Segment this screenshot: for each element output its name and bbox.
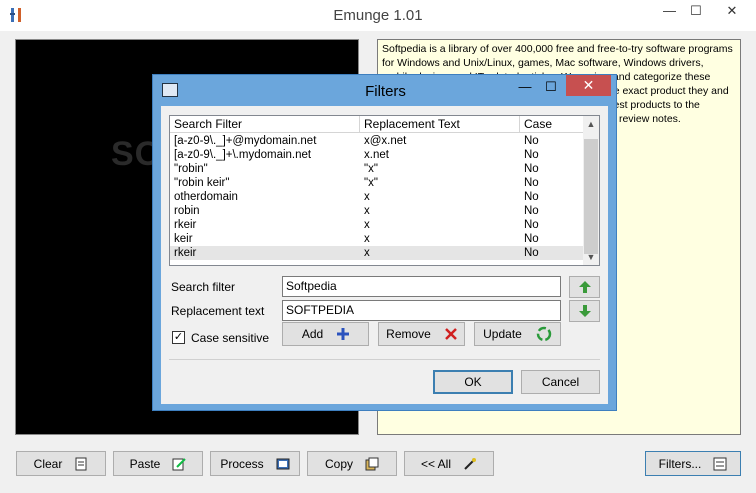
table-row[interactable]: [a-z0-9\._]+\.mydomain.net x.net No bbox=[170, 148, 585, 162]
all-button[interactable]: << All bbox=[404, 451, 494, 476]
add-button[interactable]: Add bbox=[282, 322, 369, 346]
remove-button-label: Remove bbox=[386, 327, 431, 341]
cell-case: No bbox=[524, 177, 539, 189]
dialog-body: Search Filter Replacement Text Case [a-z… bbox=[161, 106, 608, 404]
delete-x-icon bbox=[444, 328, 457, 340]
scroll-up-icon[interactable]: ▲ bbox=[583, 116, 599, 132]
clipboard-clear-icon bbox=[75, 457, 87, 470]
column-header-replacement-text[interactable]: Replacement Text bbox=[360, 116, 520, 133]
cell-search: "robin keir" bbox=[174, 177, 230, 189]
cell-replacement: x bbox=[364, 191, 370, 203]
cell-replacement: x bbox=[364, 205, 370, 217]
cell-replacement: x bbox=[364, 247, 370, 259]
move-down-button[interactable] bbox=[569, 300, 600, 322]
column-header-case[interactable]: Case bbox=[520, 116, 585, 133]
cell-case: No bbox=[524, 205, 539, 217]
filters-list-header: Search Filter Replacement Text Case bbox=[170, 116, 585, 133]
process-button-label: Process bbox=[220, 456, 264, 471]
add-button-label: Add bbox=[301, 327, 324, 341]
cell-search: otherdomain bbox=[174, 191, 238, 203]
process-button[interactable]: Process bbox=[210, 451, 300, 476]
all-button-label: << All bbox=[420, 456, 452, 471]
cell-replacement: x bbox=[364, 233, 370, 245]
cell-search: rkeir bbox=[174, 247, 197, 259]
cell-search: "robin" bbox=[174, 163, 208, 175]
dialog-maximize-button[interactable]: ☐ bbox=[538, 79, 564, 99]
arrow-up-icon bbox=[578, 281, 591, 293]
cell-case: No bbox=[524, 149, 539, 161]
plus-icon bbox=[337, 328, 350, 340]
refresh-icon bbox=[536, 326, 552, 342]
table-row[interactable]: "robin" "x" No bbox=[170, 162, 585, 176]
dialog-titlebar[interactable]: Filters — ☐ ✕ bbox=[153, 75, 618, 106]
filters-list[interactable]: Search Filter Replacement Text Case [a-z… bbox=[169, 115, 600, 266]
dialog-close-button[interactable]: ✕ bbox=[566, 75, 611, 96]
copy-icon bbox=[365, 457, 379, 470]
paste-button[interactable]: Paste bbox=[113, 451, 203, 476]
ok-button[interactable]: OK bbox=[433, 370, 513, 394]
filters-list-rows: [a-z0-9\._]+@mydomain.net x@x.net No [a-z0… bbox=[170, 134, 585, 260]
copy-button-label: Copy bbox=[324, 456, 353, 471]
minimize-button[interactable]: — bbox=[656, 0, 683, 21]
list-scrollbar[interactable]: ▲ ▼ bbox=[583, 116, 599, 265]
cell-search: robin bbox=[174, 205, 200, 217]
search-filter-label: Search filter bbox=[171, 280, 236, 294]
arrow-down-icon bbox=[578, 305, 591, 317]
maximize-button[interactable]: ☐ bbox=[683, 0, 709, 21]
cell-search: [a-z0-9\._]+\.mydomain.net bbox=[174, 149, 312, 161]
cell-case: No bbox=[524, 135, 539, 147]
cell-case: No bbox=[524, 247, 539, 259]
case-sensitive-checkbox[interactable]: ✓ bbox=[172, 331, 185, 344]
move-up-button[interactable] bbox=[569, 276, 600, 298]
dialog-separator bbox=[169, 359, 600, 360]
filter-icon bbox=[713, 457, 727, 470]
cell-replacement: "x" bbox=[364, 163, 378, 175]
cell-case: No bbox=[524, 191, 539, 203]
table-row-selected[interactable]: rkeir x No bbox=[170, 246, 585, 260]
cell-replacement: x.net bbox=[364, 149, 389, 161]
replacement-text-input[interactable]: SOFTPEDIA bbox=[282, 300, 561, 321]
clear-button-label: Clear bbox=[33, 456, 63, 471]
window-title: Emunge 1.01 bbox=[333, 7, 423, 24]
table-row[interactable]: "robin keir" "x" No bbox=[170, 176, 585, 190]
case-sensitive-label[interactable]: Case sensitive bbox=[191, 331, 269, 345]
table-row[interactable]: robin x No bbox=[170, 204, 585, 218]
paste-icon bbox=[172, 457, 187, 470]
table-row[interactable]: keir x No bbox=[170, 232, 585, 246]
table-row[interactable]: rkeir x No bbox=[170, 218, 585, 232]
process-icon bbox=[276, 458, 290, 469]
replacement-text-label: Replacement text bbox=[171, 304, 265, 318]
cell-search: rkeir bbox=[174, 219, 197, 231]
dialog-minimize-button[interactable]: — bbox=[512, 79, 538, 99]
cell-search: keir bbox=[174, 233, 193, 245]
filters-button[interactable]: Filters... bbox=[645, 451, 741, 476]
update-button-label: Update bbox=[483, 327, 522, 341]
paste-button-label: Paste bbox=[129, 456, 161, 471]
scroll-thumb[interactable] bbox=[584, 139, 598, 254]
update-button[interactable]: Update bbox=[474, 322, 561, 346]
table-row[interactable]: [a-z0-9\._]+@mydomain.net x@x.net No bbox=[170, 134, 585, 148]
cell-search: [a-z0-9\._]+@mydomain.net bbox=[174, 135, 317, 147]
main-titlebar: Emunge 1.01 — ☐ ✕ bbox=[0, 0, 756, 31]
scroll-down-icon[interactable]: ▼ bbox=[583, 249, 599, 265]
copy-button[interactable]: Copy bbox=[307, 451, 397, 476]
search-filter-input[interactable]: Softpedia bbox=[282, 276, 561, 297]
cancel-button[interactable]: Cancel bbox=[521, 370, 600, 394]
cell-case: No bbox=[524, 219, 539, 231]
filters-dialog: Filters — ☐ ✕ Search Filter Replacement … bbox=[152, 74, 617, 411]
magic-wand-icon bbox=[464, 457, 477, 470]
cell-replacement: "x" bbox=[364, 177, 378, 189]
cell-case: No bbox=[524, 163, 539, 175]
column-header-search-filter[interactable]: Search Filter bbox=[170, 116, 360, 133]
cell-case: No bbox=[524, 233, 539, 245]
cell-replacement: x@x.net bbox=[364, 135, 407, 147]
cell-replacement: x bbox=[364, 219, 370, 231]
table-row[interactable]: otherdomain x No bbox=[170, 190, 585, 204]
remove-button[interactable]: Remove bbox=[378, 322, 465, 346]
close-button[interactable]: ✕ bbox=[709, 0, 755, 21]
clear-button[interactable]: Clear bbox=[16, 451, 106, 476]
filters-button-label: Filters... bbox=[658, 456, 702, 471]
